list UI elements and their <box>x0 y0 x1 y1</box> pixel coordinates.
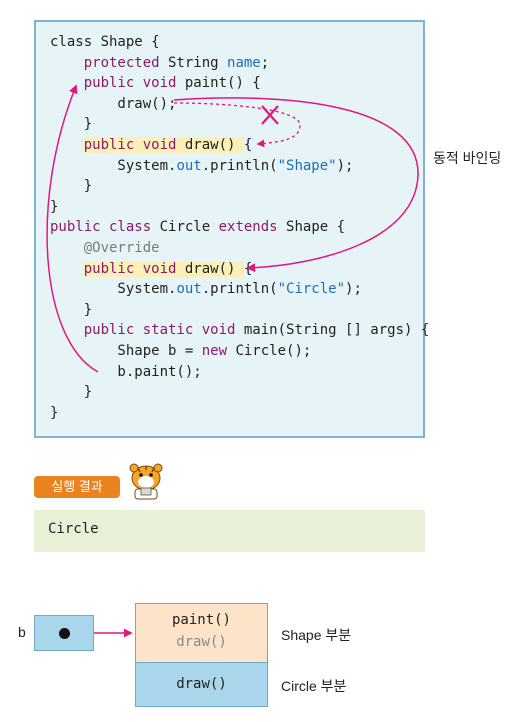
code-token: draw() <box>176 137 244 153</box>
code-token: @Override <box>83 240 160 256</box>
code-token: protected <box>83 54 160 71</box>
code-token: { <box>243 137 253 153</box>
code-line: public class Circle extends Shape { <box>50 217 345 237</box>
code-line: } <box>50 382 92 402</box>
code-line: public void paint() { <box>50 73 261 93</box>
code-line: } <box>50 176 92 196</box>
code-token: public void <box>83 137 177 153</box>
code-token: } <box>50 178 93 195</box>
circle-part-label: Circle 부분 <box>281 678 347 694</box>
code-token: public class <box>50 219 152 236</box>
code-line: } <box>50 197 58 217</box>
code-token: draw(); <box>50 95 177 112</box>
code-token: public void <box>83 75 177 92</box>
code-token: extends <box>218 219 278 236</box>
code-line: public void draw() { <box>50 135 252 155</box>
code-token: b.paint(); <box>50 363 202 380</box>
reference-pointer-dot <box>59 628 70 639</box>
code-token: out <box>176 281 202 298</box>
code-token: out <box>176 157 202 174</box>
tiger-mascot-icon <box>129 463 163 500</box>
result-badge: 실행 결과 <box>34 476 120 498</box>
code-line: class Shape { <box>50 32 160 52</box>
code-token: draw() <box>176 260 244 277</box>
output-panel: Circle <box>34 510 425 552</box>
code-token: } <box>50 404 59 421</box>
code-line: @Override <box>50 238 160 258</box>
code-token: .println( <box>201 157 278 174</box>
code-token: { <box>243 260 253 277</box>
output-text: Circle <box>48 521 99 537</box>
code-token: Shape { <box>277 219 346 236</box>
code-token: "Circle" <box>277 281 346 298</box>
shape-paint-method: paint() <box>171 612 231 628</box>
code-token: class Shape { <box>50 34 160 50</box>
code-token: } <box>50 301 93 318</box>
code-line: protected String name; <box>50 53 269 73</box>
code-token: Circle <box>151 219 219 236</box>
code-token: public static void <box>83 322 236 339</box>
code-token: } <box>50 384 93 401</box>
code-line: draw(); <box>50 94 176 114</box>
shape-part-box: paint() draw() <box>135 603 268 663</box>
code-token: ); <box>345 281 362 298</box>
code-line: b.paint(); <box>50 362 202 382</box>
code-token: main(String [] args) { <box>235 322 430 339</box>
code-token: paint() { <box>176 75 261 92</box>
code-token: "Shape" <box>277 157 337 174</box>
code-line: } <box>50 114 92 134</box>
code-line: public static void main(String [] args) … <box>50 320 430 340</box>
code-token: .println( <box>201 281 278 298</box>
code-token: Shape b = <box>50 343 202 359</box>
code-token: name <box>227 54 261 71</box>
code-line: public void draw() { <box>50 259 252 279</box>
code-token: ); <box>336 157 354 174</box>
code-line: System.out.println("Circle"); <box>50 279 362 299</box>
code-token: ; <box>260 54 270 71</box>
code-line: Shape b = new Circle(); <box>50 341 311 361</box>
code-token: System. <box>50 281 177 298</box>
circle-draw-method: draw() <box>176 676 227 692</box>
shape-part-label: Shape 부분 <box>281 627 352 643</box>
code-line: } <box>50 300 92 320</box>
code-listing: class Shape { protected String name; pub… <box>34 20 429 438</box>
reference-variable-label: b <box>18 624 26 640</box>
code-token: new <box>201 343 228 359</box>
circle-part-box: draw() <box>135 662 268 707</box>
shape-draw-method: draw() <box>176 634 227 650</box>
code-token: } <box>50 116 93 133</box>
code-token: Circle(); <box>227 343 312 359</box>
code-line: System.out.println("Shape"); <box>50 156 353 176</box>
code-token: } <box>50 198 59 215</box>
code-token: String <box>159 54 228 71</box>
dynamic-binding-label: 동적 바인딩 <box>433 150 502 166</box>
code-line: } <box>50 403 58 423</box>
code-token: System. <box>50 157 177 174</box>
code-token: public void <box>83 260 177 277</box>
reference-variable-box <box>34 615 94 651</box>
